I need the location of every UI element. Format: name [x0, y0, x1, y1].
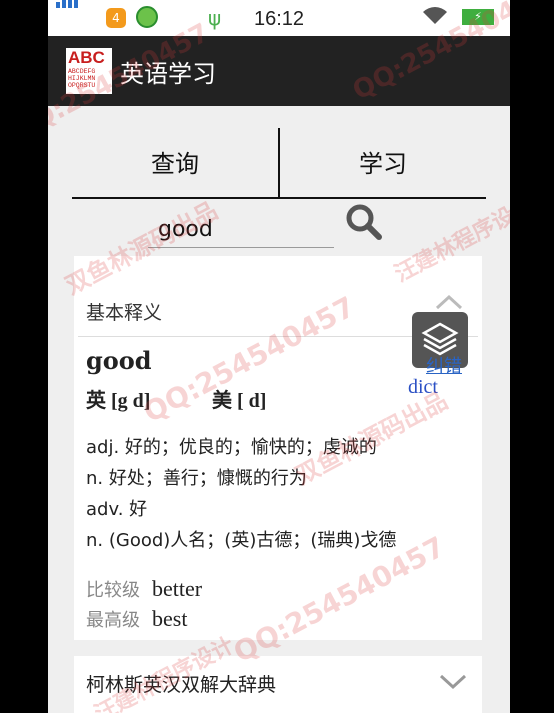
wifi-icon	[422, 6, 448, 31]
phonetic-us: 美 [ d]	[212, 390, 267, 412]
app-notification-icon	[136, 6, 158, 28]
status-bar: 4 ψ 16:12 ⚡	[48, 0, 510, 36]
form-word: best	[152, 606, 188, 631]
definition-item: n. (Good)人名；(英)古德；(瑞典)戈德	[86, 530, 397, 551]
comparative-row: 比较级 better	[86, 576, 202, 602]
notification-badge-icon: 4	[106, 8, 126, 28]
logo-letters: ABCDEFG HIJKLMN OPQRSTU	[68, 68, 96, 89]
search-icon	[346, 204, 382, 240]
dict-link[interactable]: dict	[408, 376, 438, 399]
tab-study[interactable]: 学习	[280, 130, 486, 198]
definition-item: adj. 好的；优良的；愉快的；虔诚的	[86, 437, 377, 458]
definition-item: n. 好处；善行；慷慨的行为	[86, 468, 307, 489]
chevron-up-icon[interactable]	[434, 292, 464, 312]
phonetic-uk: 英 [g d]	[86, 390, 151, 412]
tab-query[interactable]: 查询	[72, 130, 278, 198]
search-button[interactable]	[344, 202, 384, 242]
definition-list: adj. 好的；优良的；愉快的；虔诚的 n. 好处；善行；慷慨的行为 adv. …	[86, 432, 476, 556]
section-title: 基本释义	[86, 302, 163, 324]
battery-icon: ⚡	[462, 9, 494, 25]
form-label: 比较级	[86, 580, 140, 601]
section-title: 柯林斯英汉双解大辞典	[86, 674, 277, 696]
app-bar: ABC ABCDEFG HIJKLMN OPQRSTU 英语学习	[48, 36, 510, 106]
app-title: 英语学习	[120, 60, 216, 88]
definition-item: adv. 好	[86, 499, 148, 520]
app-logo: ABC ABCDEFG HIJKLMN OPQRSTU	[66, 48, 112, 94]
form-word: better	[152, 576, 203, 601]
form-label: 最高级	[86, 610, 140, 631]
chevron-down-icon[interactable]	[438, 672, 468, 692]
logo-title: ABC	[68, 48, 105, 67]
search-input[interactable]	[148, 212, 334, 248]
status-time: 16:12	[254, 8, 305, 30]
tab-underline	[72, 197, 486, 199]
superlative-row: 最高级 best	[86, 606, 187, 632]
usb-icon: ψ	[208, 6, 222, 30]
phone-screen: 4 ψ 16:12 ⚡ ABC ABCDEFG HIJKLMN OPQRSTU …	[48, 0, 510, 713]
collins-section-header[interactable]: 柯林斯英汉双解大辞典	[74, 656, 482, 713]
headword: good	[86, 346, 152, 375]
report-error-link[interactable]: 纠错	[426, 352, 462, 378]
